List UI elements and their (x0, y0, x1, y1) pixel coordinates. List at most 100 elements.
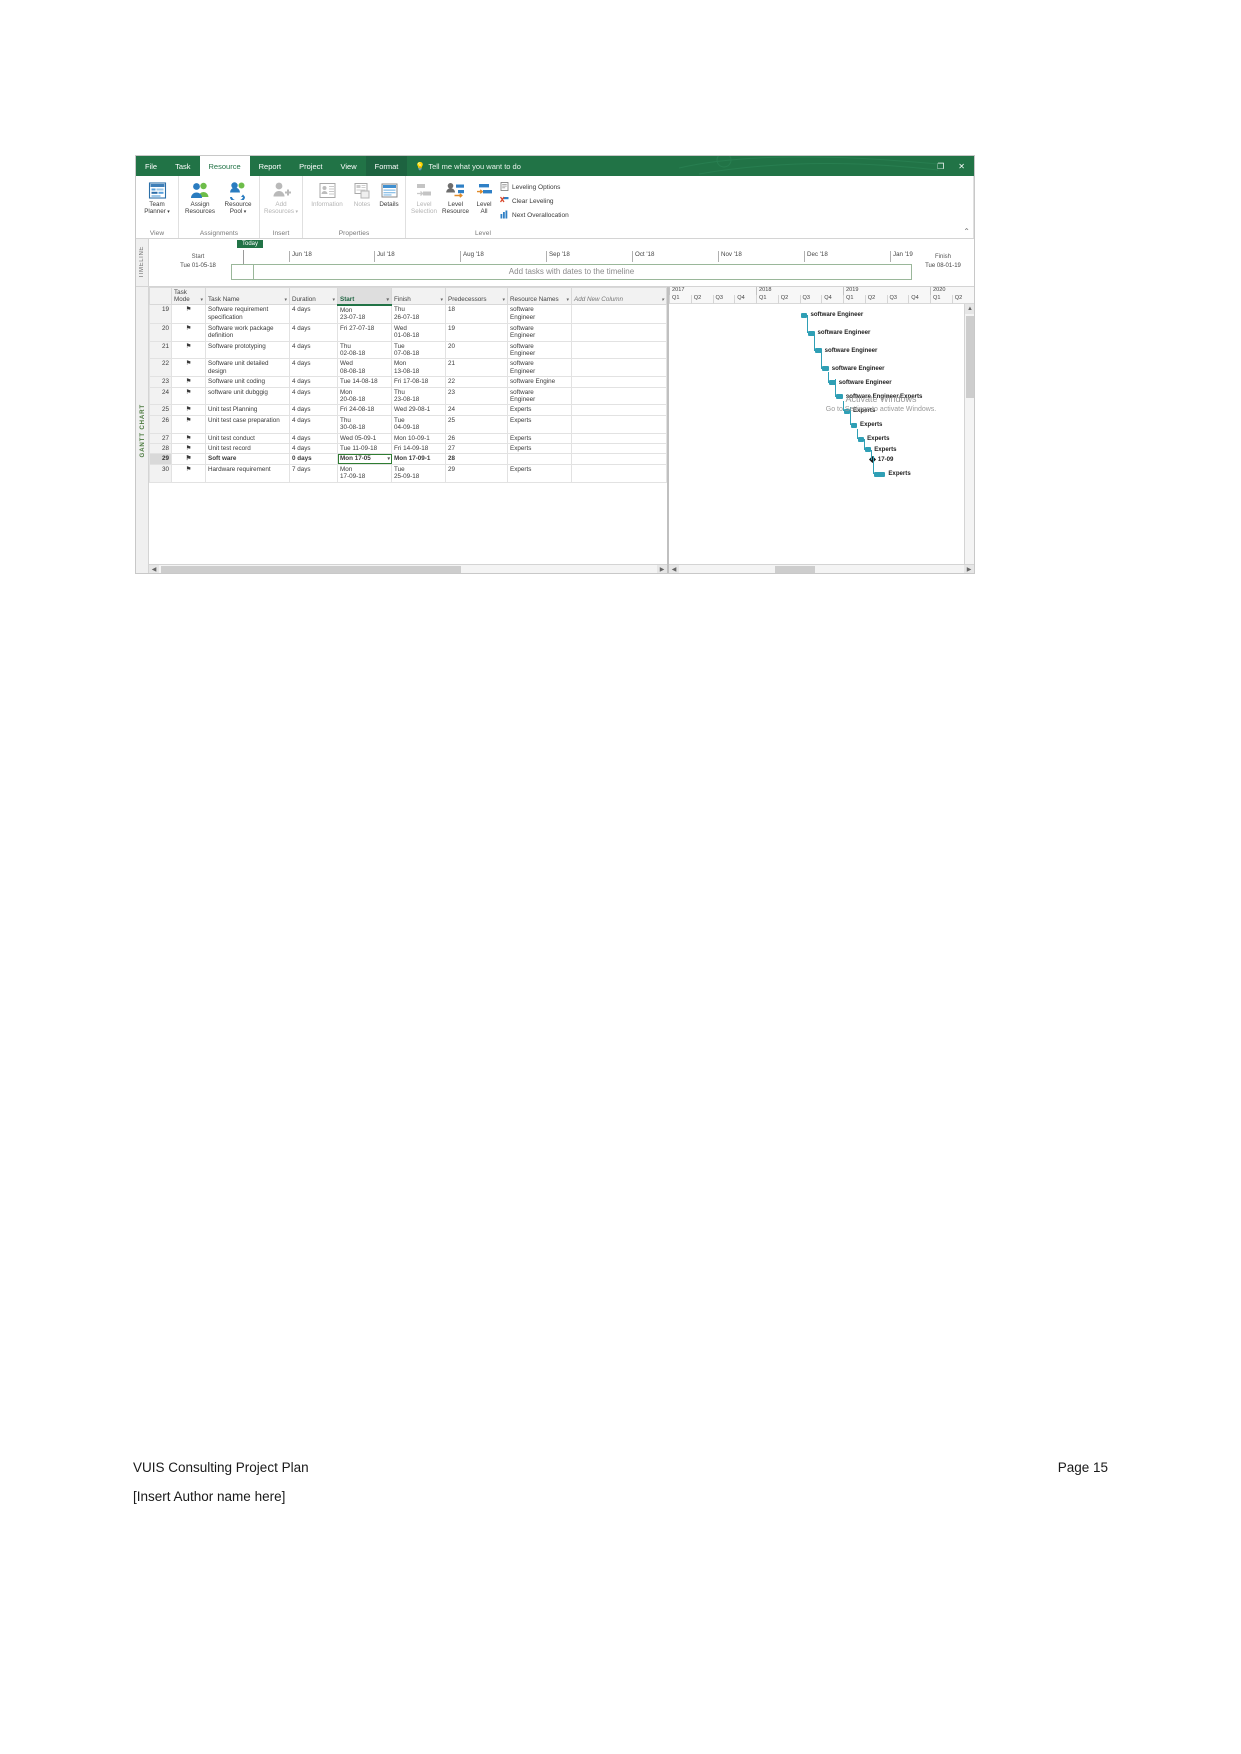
table-row[interactable]: 22 ⚑ Software unit detailed design 4 days We… (149, 358, 667, 378)
row-id-cell[interactable]: 28 (149, 442, 172, 455)
row-id-cell[interactable]: 27 (149, 432, 172, 445)
predecessors-cell[interactable]: 19 (445, 322, 508, 342)
table-row[interactable]: 29 ⚑ Soft ware 0 days Mon 17-05 ▾ Mon 17-09-1 2… (149, 453, 667, 465)
task-name-cell[interactable]: Software work package definition (205, 322, 290, 342)
duration-cell[interactable]: 4 days (289, 432, 338, 445)
task-table-wrapper[interactable]: Task Mode ▾ Task Name ▾ Duration ▾ Start ▾ (149, 287, 667, 564)
level-all-button[interactable]: Level All (471, 178, 497, 216)
leveling-options-button[interactable]: Leveling Options (497, 180, 572, 194)
task-mode-cell[interactable]: ⚑ (171, 322, 206, 342)
add-new-column-cell[interactable] (571, 404, 667, 416)
task-name-cell[interactable]: Unit test Planning (205, 404, 290, 416)
start-cell[interactable]: Fri 27-07-18 (337, 322, 392, 342)
task-name-cell[interactable]: Software prototyping (205, 340, 290, 360)
details-button[interactable]: Details (375, 178, 403, 208)
finish-cell[interactable]: Wed 01-08-18 (391, 322, 446, 342)
col-header-task-name[interactable]: Task Name ▾ (205, 287, 290, 306)
add-resources-button[interactable]: Add Resources ▾ (262, 178, 300, 217)
resource-pool-button[interactable]: Resource Pool ▾ (219, 178, 257, 217)
finish-cell[interactable]: Mon 10-09-1 (391, 432, 446, 445)
start-cell[interactable]: Tue 11-09-18 (337, 442, 392, 455)
resource-names-cell[interactable] (507, 453, 572, 465)
timeline-vertical-tab[interactable]: TIMELINE (136, 239, 149, 286)
team-planner-button[interactable]: Team Planner ▾ (138, 178, 176, 217)
scroll-left-arrow[interactable]: ◀ (149, 564, 159, 573)
task-name-cell[interactable]: Hardware requirement (205, 463, 290, 483)
finish-cell[interactable]: Mon 13-08-18 (391, 358, 446, 378)
task-name-cell[interactable]: Unit test record (205, 442, 290, 455)
tab-view[interactable]: View (331, 156, 365, 176)
task-mode-cell[interactable]: ⚑ (171, 463, 206, 483)
chart-horizontal-scrollbar[interactable]: ◀ ▶ (669, 564, 974, 573)
col-header-duration[interactable]: Duration ▾ (289, 287, 338, 306)
gantt-bar[interactable] (822, 366, 829, 372)
add-new-column-cell[interactable] (571, 442, 667, 455)
gantt-bar[interactable] (874, 471, 886, 477)
chevron-down-icon[interactable]: ▾ (387, 456, 390, 463)
start-cell[interactable]: Thu 02-08-18 (337, 340, 392, 360)
finish-cell[interactable]: Tue 25-09-18 (391, 463, 446, 483)
notes-button[interactable]: Notes (349, 178, 375, 208)
start-cell[interactable]: Thu 30-08-18 (337, 414, 392, 434)
chart-scroll-left-arrow[interactable]: ◀ (669, 564, 679, 573)
row-id-cell[interactable]: 30 (149, 463, 172, 483)
predecessors-cell[interactable]: 23 (445, 386, 508, 406)
restore-button[interactable]: ❐ (937, 162, 944, 171)
task-name-cell[interactable]: Software requirement specification (205, 304, 290, 324)
predecessors-cell[interactable]: 22 (445, 376, 508, 388)
row-id-cell[interactable]: 29 (149, 453, 172, 465)
chevron-down-icon[interactable]: ▾ (386, 297, 389, 303)
finish-cell[interactable]: Mon 17-09-1 (391, 453, 446, 465)
chevron-down-icon[interactable]: ▾ (440, 297, 443, 303)
duration-cell[interactable]: 4 days (289, 404, 338, 416)
resource-names-cell[interactable]: Experts (507, 442, 572, 455)
tab-file[interactable]: File (136, 156, 166, 176)
table-row[interactable]: 23 ⚑ Software unit coding 4 days Tue 14-08-1… (149, 376, 667, 388)
timeline-canvas[interactable]: Today Jun '18 Jul '18 Aug '18 Sep '18 Oc… (149, 239, 974, 286)
start-cell[interactable]: Mon 23-07-18 (337, 304, 392, 324)
add-new-column-cell[interactable] (571, 386, 667, 406)
duration-cell[interactable]: 4 days (289, 376, 338, 388)
col-header-predecessors[interactable]: Predecessors ▾ (445, 287, 508, 306)
col-header-start[interactable]: Start ▾ (337, 287, 392, 306)
timeline-pan-area[interactable]: Add tasks with dates to the timeline (231, 264, 912, 280)
resource-names-cell[interactable]: Experts (507, 463, 572, 483)
close-button[interactable]: ✕ (958, 162, 965, 171)
task-mode-cell[interactable]: ⚑ (171, 340, 206, 360)
duration-cell[interactable]: 4 days (289, 340, 338, 360)
chart-scroll-track[interactable] (679, 564, 964, 573)
start-cell[interactable]: Mon 17-05 ▾ (337, 453, 392, 465)
add-new-column-cell[interactable] (571, 414, 667, 434)
resource-names-cell[interactable]: software Engineer (507, 322, 572, 342)
resource-names-cell[interactable]: Experts (507, 404, 572, 416)
row-id-cell[interactable]: 25 (149, 404, 172, 416)
chevron-down-icon[interactable]: ▾ (284, 297, 287, 303)
task-name-cell[interactable]: Software unit detailed design (205, 358, 290, 378)
task-name-cell[interactable]: software unit dubggig (205, 386, 290, 406)
finish-cell[interactable]: Tue 07-08-18 (391, 340, 446, 360)
chart-scroll-h-thumb[interactable] (775, 565, 815, 573)
tab-project[interactable]: Project (290, 156, 331, 176)
chart-scroll-thumb[interactable] (966, 316, 974, 398)
task-mode-cell[interactable]: ⚑ (171, 304, 206, 324)
predecessors-cell[interactable]: 18 (445, 304, 508, 324)
task-mode-cell[interactable]: ⚑ (171, 414, 206, 434)
grid-horizontal-scrollbar[interactable]: ◀ ▶ (149, 564, 667, 573)
tab-report[interactable]: Report (250, 156, 291, 176)
gantt-bar[interactable] (836, 394, 843, 400)
gantt-bar[interactable] (850, 422, 858, 428)
start-cell[interactable]: Wed 05-09-1 (337, 432, 392, 445)
collapse-ribbon-button[interactable]: ⌃ (963, 227, 970, 236)
chevron-down-icon[interactable]: ▾ (566, 297, 569, 303)
predecessors-cell[interactable]: 24 (445, 404, 508, 416)
finish-cell[interactable]: Tue 04-09-18 (391, 414, 446, 434)
gantt-bars-area[interactable]: software Engineer software Engineer softwa… (669, 304, 974, 564)
add-new-column-cell[interactable] (571, 376, 667, 388)
col-header-resource-names[interactable]: Resource Names ▾ (507, 287, 572, 306)
scroll-up-arrow[interactable]: ▲ (965, 304, 974, 314)
task-mode-cell[interactable]: ⚑ (171, 404, 206, 416)
row-id-cell[interactable]: 20 (149, 322, 172, 342)
col-header-add-new-column[interactable]: Add New Column ▾ (571, 287, 667, 306)
duration-cell[interactable]: 7 days (289, 463, 338, 483)
chart-scroll-right-arrow[interactable]: ▶ (964, 564, 974, 573)
